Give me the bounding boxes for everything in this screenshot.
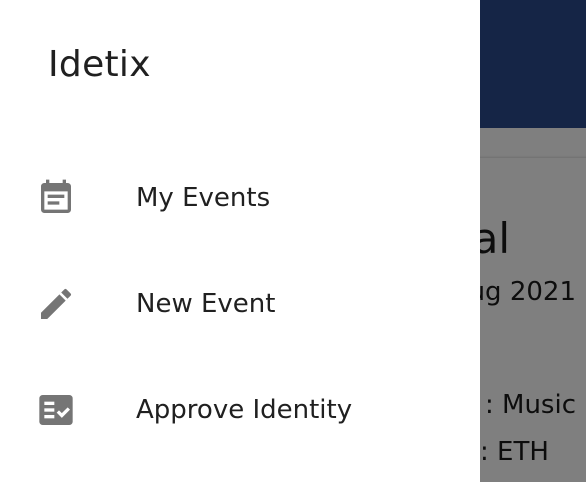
nav-item-label: New Event: [136, 289, 276, 319]
event-note-icon: [36, 178, 76, 218]
nav-item-label: My Events: [136, 183, 271, 213]
drawer-title: Idetix: [48, 44, 151, 85]
nav-item-label: Approve Identity: [136, 395, 353, 425]
screen: al ug 2021 : Music : ETH Idetix My Event…: [0, 0, 586, 482]
navigation-drawer: Idetix My Events New Event Approve Ident…: [0, 0, 480, 482]
checklist-icon: [36, 390, 76, 430]
nav-item-my-events[interactable]: My Events: [0, 150, 480, 246]
pencil-icon: [36, 284, 76, 324]
nav-item-new-event[interactable]: New Event: [0, 256, 480, 352]
nav-item-approve-identity[interactable]: Approve Identity: [0, 362, 480, 458]
